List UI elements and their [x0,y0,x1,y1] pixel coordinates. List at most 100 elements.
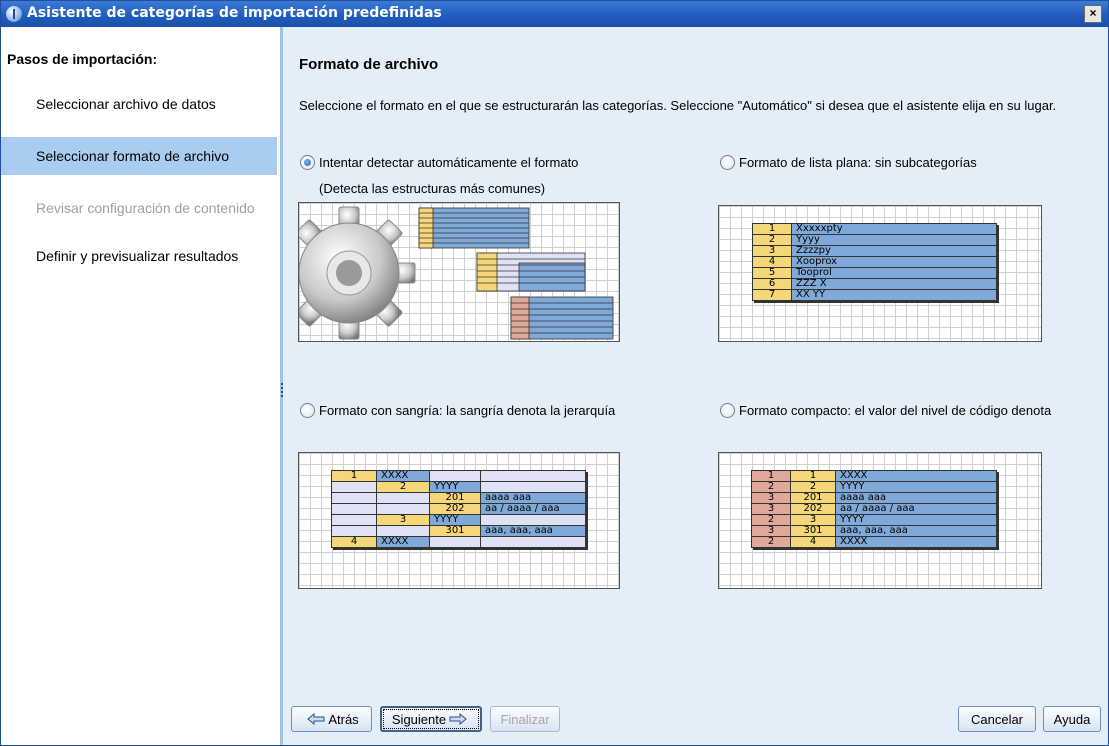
level-cell: 2 [751,481,791,493]
code-cell: 301 [790,525,836,537]
close-button[interactable]: × [1084,5,1102,23]
app-info-icon [6,6,22,22]
table-row: 4 XXXX [331,536,586,548]
compact-example-table: 1 1 XXXX 2 2 YYYY 3 201 aaaa aaa 3 202 aa / aaaa / … [751,470,997,548]
label-cell: Xxxxxpty [791,223,997,235]
table-row: 301 aaa, aaa, aaa [331,525,586,537]
title-bar[interactable]: Asistente de categorías de importación p… [1,1,1108,27]
indented-example-table: 1 XXXX 2 YYYY 201 aaaa aaa 202 aa / aaaa / aaa 3… [331,470,586,548]
table-row: 3 YYYY [331,514,586,526]
page-title: Formato de archivo [299,56,439,73]
cancel-button[interactable]: Cancelar [958,706,1036,732]
option-indented-label: Formato con sangría: la sangría denota l… [319,403,616,418]
code-cell: 3 [752,245,792,257]
table-row: 202 aa / aaaa / aaa [331,503,586,515]
cell: 3 [376,514,430,526]
label-cell: XXXX [835,536,997,548]
label-cell: YYYY [835,514,997,526]
gear-icon [299,206,614,340]
code-cell: 3 [790,514,836,526]
next-button[interactable]: Siguiente [380,706,482,732]
table-row: 3 301 aaa, aaa, aaa [751,525,997,537]
cell: YYYY [429,481,481,493]
radio-button[interactable] [720,155,735,170]
cell [480,470,586,482]
compact-preview: 1 1 XXXX 2 2 YYYY 3 201 aaaa aaa 3 202 aa / aaaa / … [718,452,1042,589]
cell: aa / aaaa / aaa [480,503,586,515]
cell [331,492,377,504]
flat-list-example-table: 1 Xxxxxpty 2 Yyyy 3 Zzzzpy 4 Xooprox 5 Tooprol 6 ZZ… [752,223,997,301]
cell: YYYY [429,514,481,526]
code-cell: 201 [790,492,836,504]
code-cell: 4 [752,256,792,268]
label-cell: XX YY [791,289,997,301]
cell [331,503,377,515]
code-cell: 1 [752,223,792,235]
cell [376,492,430,504]
option-indented[interactable]: Formato con sangría: la sangría denota l… [300,403,615,418]
radio-button-selected[interactable] [300,155,315,170]
code-cell: 1 [790,470,836,482]
table-row: 1 1 XXXX [751,470,997,482]
back-button[interactable]: Atrás [291,706,372,732]
cell: 4 [331,536,377,548]
main-panel: Formato de archivo Seleccione el formato… [283,27,1108,745]
next-label: Siguiente [391,711,447,727]
cell [331,525,377,537]
cell: 1 [331,470,377,482]
import-wizard-window: Asistente de categorías de importación p… [0,0,1109,746]
option-compact[interactable]: Formato compacto: el valor del nivel de … [720,403,1051,418]
table-row: 3 201 aaaa aaa [751,492,997,504]
cell: XXXX [376,536,430,548]
table-row: 2 3 YYYY [751,514,997,526]
step-define-preview-results[interactable]: Definir y previsualizar resultados [1,237,277,275]
label-cell: Zzzzpy [791,245,997,257]
table-row: 4 Xooprox [752,256,997,268]
code-cell: 2 [790,481,836,493]
level-cell: 3 [751,492,791,504]
option-auto-detect[interactable]: Intentar detectar automáticamente el for… [300,155,578,170]
level-cell: 2 [751,514,791,526]
label-cell: ZZZ X [791,278,997,290]
level-cell: 3 [751,503,791,515]
table-row: 2 YYYY [331,481,586,493]
cell [480,481,586,493]
radio-button[interactable] [300,403,315,418]
code-cell: 2 [752,234,792,246]
finish-label: Finalizar [500,711,550,727]
cell [376,525,430,537]
table-row: 5 Tooprol [752,267,997,279]
option-flat-list-label: Formato de lista plana: sin subcategoría… [739,155,977,170]
cell [331,481,377,493]
label-cell: aa / aaaa / aaa [835,503,997,515]
cell [429,470,481,482]
window-title: Asistente de categorías de importación p… [27,5,442,21]
level-cell: 1 [751,470,791,482]
radio-button[interactable] [720,403,735,418]
step-select-data-file[interactable]: Seleccionar archivo de datos [1,85,277,123]
table-row: 6 ZZZ X [752,278,997,290]
table-row: 201 aaaa aaa [331,492,586,504]
steps-heading: Pasos de importación: [7,51,158,67]
help-button[interactable]: Ayuda [1043,706,1101,732]
cell: XXXX [376,470,430,482]
cell [480,514,586,526]
cell: aaa, aaa, aaa [480,525,586,537]
cell: 201 [429,492,481,504]
auto-detect-preview [298,202,620,342]
steps-sidebar: Pasos de importación: Seleccionar archiv… [1,27,280,745]
label-cell: Xooprox [791,256,997,268]
option-auto-detect-sublabel: (Detecta las estructuras más comunes) [319,181,546,196]
table-row: 7 XX YY [752,289,997,301]
option-flat-list[interactable]: Formato de lista plana: sin subcategoría… [720,155,977,170]
option-compact-label: Formato compacto: el valor del nivel de … [739,403,1052,418]
code-cell: 5 [752,267,792,279]
label-cell: Yyyy [791,234,997,246]
back-label: Atrás [328,711,359,727]
code-cell: 7 [752,289,792,301]
step-select-file-format[interactable]: Seleccionar formato de archivo [1,137,277,175]
table-row: 1 XXXX [331,470,586,482]
label-cell: XXXX [835,470,997,482]
indented-preview: 1 XXXX 2 YYYY 201 aaaa aaa 202 aa / aaaa / aaa 3… [298,452,620,589]
table-row: 3 202 aa / aaaa / aaa [751,503,997,515]
